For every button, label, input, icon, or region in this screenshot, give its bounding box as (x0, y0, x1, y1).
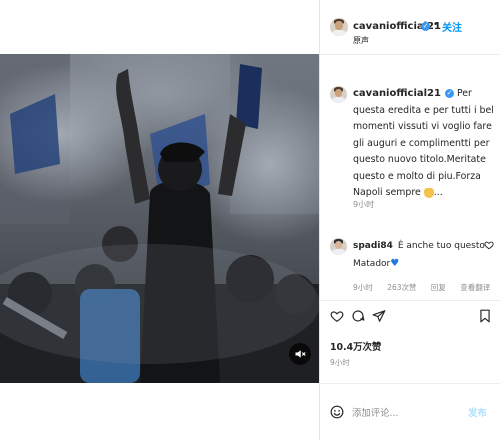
comment-meta: 9小时 263次赞 回复 查看翻译 (353, 282, 500, 293)
audio-label[interactable]: 原声 (353, 35, 369, 46)
modal-backdrop-bottom (0, 383, 319, 440)
post-timestamp: 9小时 (330, 358, 350, 367)
caption-timestamp: 9小时 (353, 200, 375, 209)
comment-timestamp: 9小时 (353, 283, 373, 292)
commenter-avatar[interactable] (330, 238, 347, 255)
comment-likes[interactable]: 263次赞 (387, 283, 416, 292)
mute-button[interactable] (289, 343, 311, 365)
comment-reply-button[interactable]: 回复 (431, 283, 446, 292)
post-comment-button[interactable]: 发布 (468, 405, 487, 419)
like-count[interactable]: 10.4万次赞 (330, 339, 381, 353)
post-video[interactable] (0, 54, 319, 383)
like-button[interactable] (330, 308, 344, 322)
comment-composer: 添加评论... 发布 (320, 383, 500, 441)
emoji-icon (423, 187, 434, 198)
post-caption: cavaniofficial21 ✓ Per questa eredita e p… (353, 86, 497, 202)
emoji-picker-icon[interactable] (330, 405, 344, 419)
share-button[interactable] (372, 308, 386, 322)
caption-author-avatar[interactable] (330, 86, 347, 103)
separator-dot: • (433, 20, 439, 30)
comment-button[interactable] (351, 308, 365, 322)
modal-backdrop-top (0, 0, 319, 54)
comment-icon (352, 310, 365, 322)
save-button[interactable] (478, 308, 492, 323)
comment-username[interactable]: spadi84 (353, 241, 393, 251)
caption-username[interactable]: cavaniofficial21 (353, 88, 441, 99)
post-details-panel: cavaniofficial21 ✓ • 关注 原声 cavaniofficia… (319, 0, 500, 440)
verified-badge-icon: ✓ (444, 89, 454, 98)
comment-input[interactable]: 添加评论... (352, 405, 398, 419)
comment-like-icon[interactable] (484, 240, 494, 250)
comment-item: spadi84 È anche tuo questo Matador♥ (353, 238, 485, 273)
speaker-muted-icon (295, 350, 306, 358)
post-header: cavaniofficial21 ✓ • 关注 原声 (320, 0, 500, 55)
comment-translate-button[interactable]: 查看翻译 (460, 283, 490, 292)
post-actions: 10.4万次赞 9小时 (320, 300, 500, 381)
video-frame (0, 54, 319, 383)
verified-badge-icon: ✓ (421, 22, 430, 31)
author-avatar[interactable] (330, 18, 348, 36)
follow-button[interactable]: 关注 (442, 19, 462, 34)
share-icon (372, 310, 386, 322)
caption-more: ... (433, 187, 443, 198)
caption-text: Per questa eredita e per tutti i bel mom… (353, 88, 494, 198)
blue-heart-icon: ♥ (390, 258, 400, 269)
bookmark-icon (480, 309, 490, 323)
heart-icon (330, 311, 344, 322)
instagram-post-modal: cavaniofficial21 ✓ • 关注 原声 cavaniofficia… (0, 0, 500, 440)
